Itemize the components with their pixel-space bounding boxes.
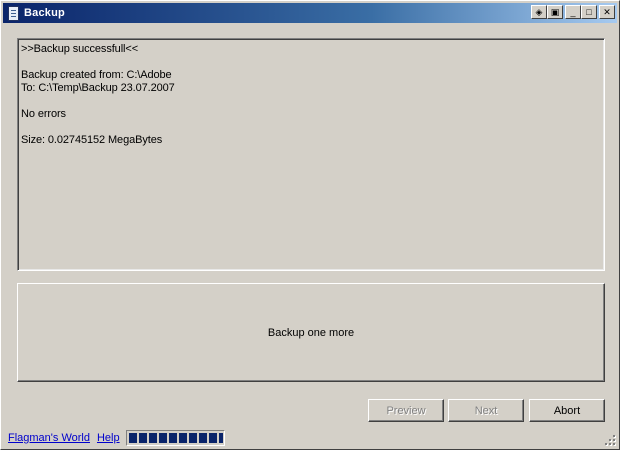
help-link[interactable]: Help — [97, 432, 120, 444]
maximize-icon: □ — [586, 6, 592, 17]
rollup-icon: ▣ — [550, 6, 560, 17]
backup-one-more-button[interactable]: Backup one more — [17, 283, 605, 382]
next-button[interactable]: Next — [448, 399, 524, 422]
status-bar: Flagman's World Help — [1, 427, 619, 449]
close-icon: ✕ — [603, 6, 611, 17]
document-icon — [6, 5, 20, 21]
preview-button[interactable]: Preview — [368, 399, 444, 422]
pin-icon: ◈ — [535, 6, 543, 17]
resize-grip-icon[interactable] — [604, 434, 616, 446]
title-bar[interactable]: Backup ◈ ▣ _ □ ✕ — [3, 3, 617, 23]
log-line: No errors — [21, 108, 66, 120]
close-button[interactable]: ✕ — [599, 5, 615, 19]
preview-label: Preview — [386, 404, 426, 417]
pin-button[interactable]: ◈ — [531, 5, 547, 19]
abort-label: Abort — [553, 404, 581, 417]
minimize-icon: _ — [570, 6, 576, 17]
backup-log-panel: >>Backup successfull<< Backup created fr… — [17, 38, 605, 271]
minimize-button[interactable]: _ — [565, 5, 581, 19]
backup-window: Backup ◈ ▣ _ □ ✕ >>Backup successfull<< … — [0, 0, 620, 450]
window-title: Backup — [24, 7, 65, 19]
log-line: To: C:\Temp\Backup 23.07.2007 — [21, 82, 175, 94]
progress-fill — [128, 433, 223, 443]
progress-bar — [125, 430, 225, 446]
backup-one-more-label: Backup one more — [267, 326, 355, 339]
log-line: Backup created from: C:\Adobe — [21, 69, 172, 81]
log-line: >>Backup successfull<< — [21, 43, 139, 55]
abort-button[interactable]: Abort — [529, 399, 605, 422]
log-line: Size: 0.02745152 MegaBytes — [21, 134, 163, 146]
title-buttons: ◈ ▣ _ □ ✕ — [531, 5, 615, 19]
next-label: Next — [474, 404, 498, 417]
flagmans-world-link[interactable]: Flagman's World — [8, 432, 90, 444]
rollup-button[interactable]: ▣ — [547, 5, 563, 19]
maximize-button[interactable]: □ — [581, 5, 597, 19]
